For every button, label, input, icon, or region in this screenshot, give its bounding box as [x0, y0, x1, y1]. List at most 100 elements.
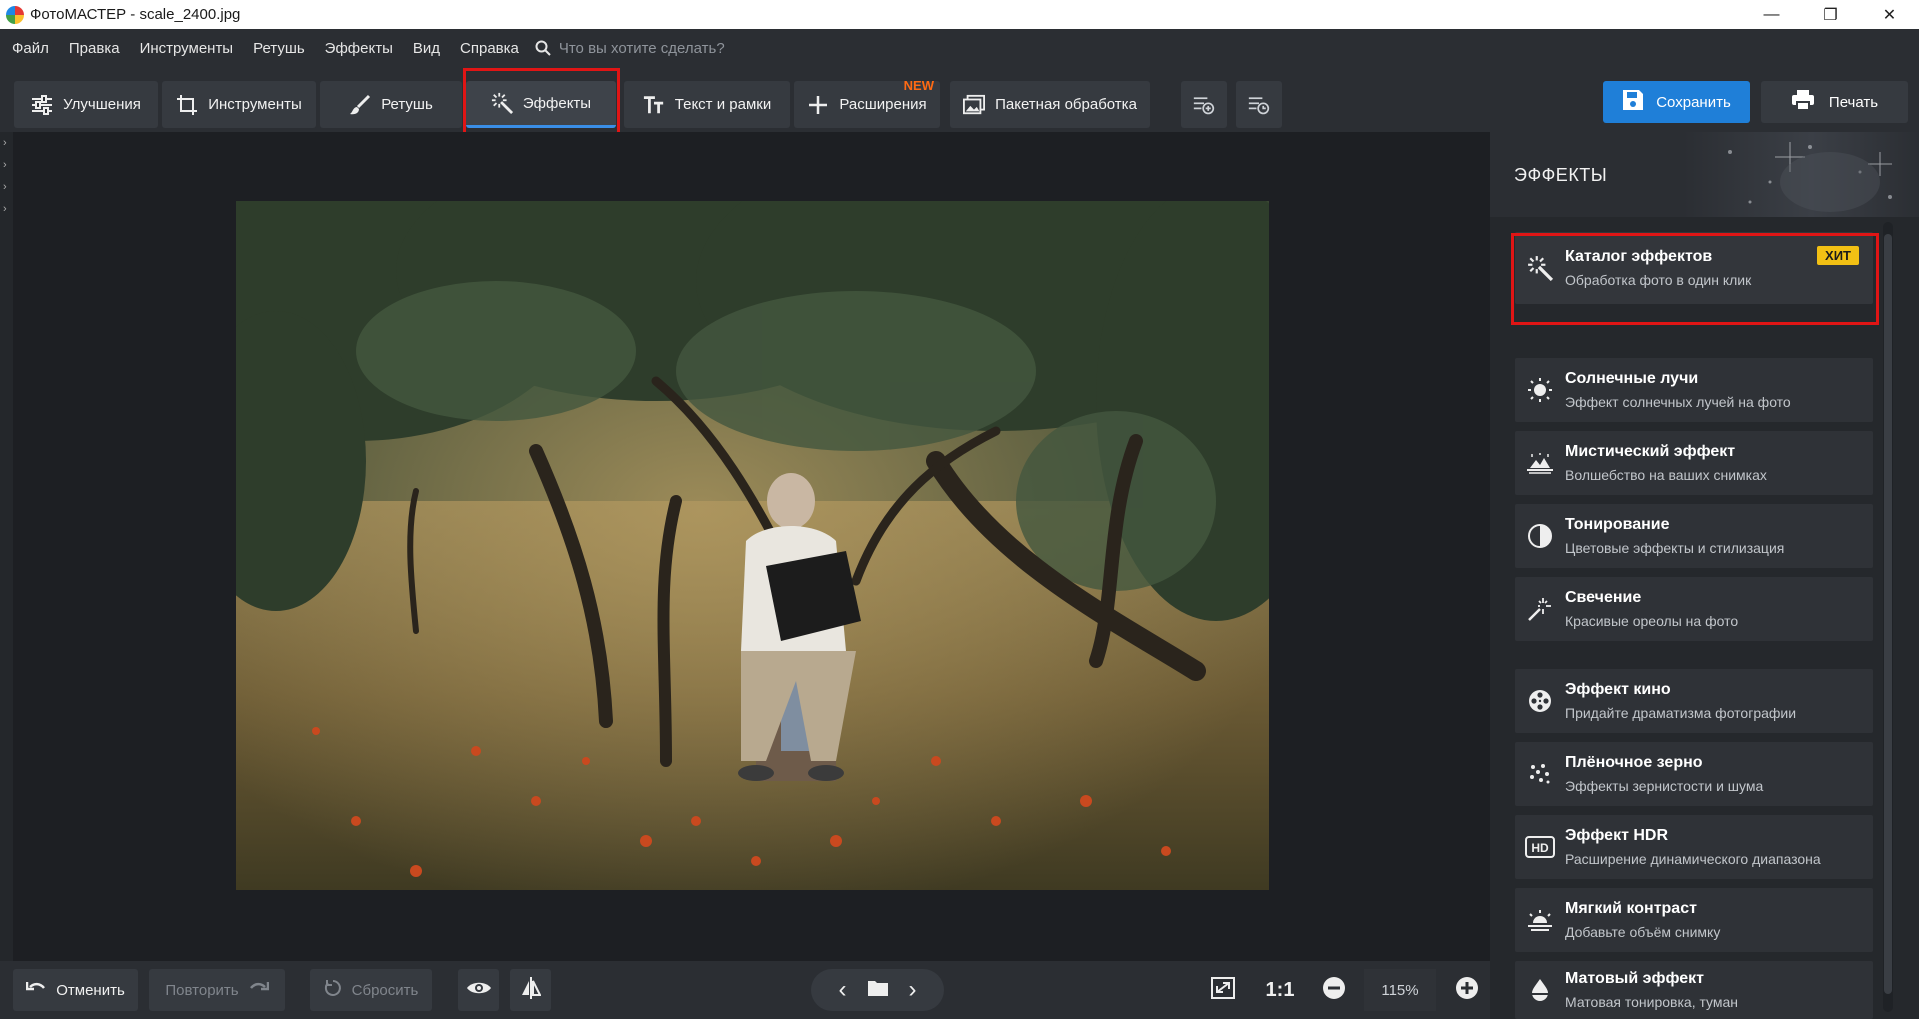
tab-label: Текст и рамки [674, 96, 772, 113]
preview-button[interactable] [458, 969, 499, 1011]
sunrise-icon [1515, 908, 1565, 932]
crop-icon [176, 94, 198, 116]
effect-title: Тонирование [1565, 516, 1670, 533]
search-field[interactable]: Что вы хотите сделать? [535, 40, 725, 57]
effect-glow[interactable]: Свечение Красивые ореолы на фото [1515, 577, 1873, 641]
effect-matte[interactable]: Матовый эффект Матовая тонировка, туман [1515, 961, 1873, 1019]
tab-effects[interactable]: Эффекты [466, 81, 616, 128]
tab-label: Инструменты [208, 96, 302, 113]
tab-text-frames[interactable]: Текст и рамки [624, 81, 790, 128]
redo-button[interactable]: Повторить [149, 969, 285, 1011]
hit-badge: ХИТ [1817, 246, 1859, 265]
redo-icon [249, 980, 269, 1000]
left-collapse-strip[interactable]: › › › › [0, 132, 13, 1019]
menu-retouch[interactable]: Ретушь [245, 40, 313, 57]
undo-button[interactable]: Отменить [13, 969, 138, 1011]
sparkles-decoration [1728, 142, 1892, 212]
plus-icon [807, 94, 829, 116]
mystic-icon [1515, 452, 1565, 474]
menu-effects[interactable]: Эффекты [317, 40, 401, 57]
effect-subtitle: Эффект солнечных лучей на фото [1565, 394, 1791, 410]
zoom-out-button[interactable] [1313, 969, 1355, 1011]
save-icon [1622, 89, 1644, 115]
hd-icon: HD [1515, 836, 1565, 858]
print-label: Печать [1828, 93, 1879, 111]
effect-title: Плёночное зерно [1565, 754, 1703, 771]
sun-icon [1515, 377, 1565, 403]
effect-sun-rays[interactable]: Солнечные лучи Эффект солнечных лучей на … [1515, 358, 1873, 422]
chevron-right-icon[interactable]: › [0, 176, 13, 198]
effect-title: Свечение [1565, 589, 1642, 606]
photo-preview[interactable] [236, 201, 1269, 890]
effect-film-grain[interactable]: Плёночное зерно Эффекты зернистости и шум… [1515, 742, 1873, 806]
reset-label: Сбросить [351, 981, 419, 999]
actual-size-button[interactable]: 1:1 [1258, 969, 1302, 1011]
magic-wand-icon [491, 92, 513, 115]
effect-cinema[interactable]: Эффект кино Придайте драматизма фотографи… [1515, 669, 1873, 733]
effect-hdr[interactable]: HD Эффект HDR Расширение динамического ди… [1515, 815, 1873, 879]
tab-improvements[interactable]: Улучшения [14, 81, 158, 128]
menu-help[interactable]: Справка [452, 40, 527, 57]
tab-label: Ретушь [381, 96, 433, 113]
menu-view[interactable]: Вид [405, 40, 448, 57]
tab-label: Расширения [839, 96, 927, 113]
chevron-right-icon[interactable]: › [0, 154, 13, 176]
effect-title: Эффект кино [1565, 681, 1671, 698]
effect-title: Мистический эффект [1565, 443, 1736, 460]
tab-tools[interactable]: Инструменты [162, 81, 316, 128]
compare-button[interactable] [510, 969, 551, 1011]
effect-subtitle: Матовая тонировка, туман [1565, 994, 1739, 1010]
save-label: Сохранить [1656, 93, 1731, 111]
tab-label: Эффекты [522, 94, 592, 112]
print-button[interactable]: Печать [1761, 81, 1908, 123]
tab-label: Улучшения [63, 96, 141, 113]
history-preset-button[interactable] [1236, 81, 1282, 128]
reset-button[interactable]: Сбросить [310, 969, 432, 1011]
search-icon [535, 40, 551, 56]
settings-clock-icon [1248, 94, 1270, 116]
effect-subtitle: Расширение динамического диапазона [1565, 851, 1821, 867]
chevron-right-icon[interactable]: › [899, 976, 927, 1004]
title-bar: ФотоМАСТЕР - scale_2400.jpg — ❐ ✕ [0, 0, 1919, 29]
sparkle-wand-icon [1515, 596, 1565, 622]
effect-subtitle: Волшебство на ваших снимках [1565, 467, 1767, 483]
close-icon[interactable]: ✕ [1860, 0, 1919, 29]
effect-soft-contrast[interactable]: Мягкий контраст Добавьте объём снимку [1515, 888, 1873, 952]
catalog-subtitle: Обработка фото в один клик [1565, 272, 1752, 288]
bottom-bar: Отменить Повторить Сбросить ‹ › 1:1 115% [0, 961, 1490, 1019]
zoom-level[interactable]: 115% [1364, 969, 1436, 1011]
sliders-icon [31, 94, 53, 116]
minimize-icon[interactable]: — [1742, 0, 1801, 29]
zoom-in-button[interactable] [1446, 969, 1488, 1011]
zoom-out-icon [1322, 976, 1346, 1004]
menu-file[interactable]: Файл [4, 40, 57, 57]
chevron-right-icon[interactable]: › [0, 132, 13, 154]
effect-subtitle: Добавьте объём снимку [1565, 924, 1721, 940]
film-reel-icon [1515, 689, 1565, 713]
tab-batch[interactable]: Пакетная обработка [950, 81, 1150, 128]
panel-scrollbar[interactable] [1883, 222, 1893, 1012]
fit-screen-button[interactable] [1202, 969, 1243, 1011]
tab-extensions[interactable]: NEW Расширения [794, 78, 940, 128]
effect-toning[interactable]: Тонирование Цветовые эффекты и стилизация [1515, 504, 1873, 568]
save-button[interactable]: Сохранить [1603, 81, 1750, 123]
effect-mystic[interactable]: Мистический эффект Волшебство на ваших сн… [1515, 431, 1873, 495]
folder-icon[interactable] [867, 979, 889, 1001]
window-title: ФотоМАСТЕР - scale_2400.jpg [30, 6, 241, 23]
chevron-left-icon[interactable]: ‹ [829, 976, 857, 1004]
tab-label: Пакетная обработка [995, 96, 1137, 113]
catalog-title: Каталог эффектов [1565, 248, 1713, 265]
scrollbar-thumb[interactable] [1884, 234, 1892, 994]
effects-catalog-card[interactable]: Каталог эффектов Обработка фото в один к… [1515, 232, 1873, 304]
tab-retouch[interactable]: Ретушь [320, 81, 462, 128]
text-icon [643, 94, 665, 116]
chevron-right-icon[interactable]: › [0, 198, 13, 220]
effect-subtitle: Эффекты зернистости и шума [1565, 778, 1764, 794]
add-preset-button[interactable] [1181, 81, 1227, 128]
restore-icon[interactable]: ❐ [1801, 0, 1860, 29]
menu-edit[interactable]: Правка [61, 40, 128, 57]
print-icon [1791, 89, 1815, 115]
menu-tools[interactable]: Инструменты [132, 40, 242, 57]
eye-icon [466, 980, 492, 1000]
panel-title: ЭФФЕКТЫ [1514, 165, 1608, 185]
